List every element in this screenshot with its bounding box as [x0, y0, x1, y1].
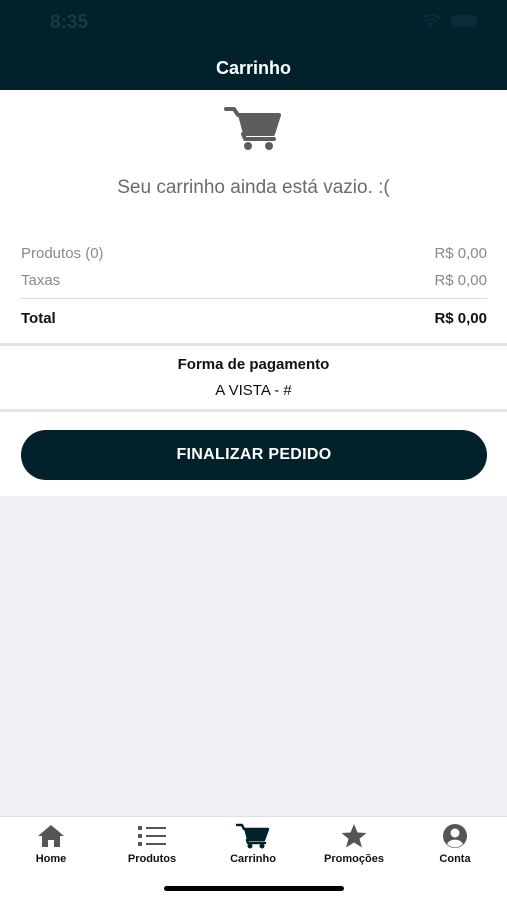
total-label: Total	[21, 309, 56, 327]
tab-label: Home	[35, 853, 67, 865]
cart-content: Seu carrinho ainda está vazio. :( Produt…	[0, 90, 507, 496]
empty-cart-message: Seu carrinho ainda está vazio. :(	[117, 177, 390, 198]
taxes-value: R$ 0,00	[434, 271, 487, 289]
user-icon	[443, 824, 467, 848]
taxes-label: Taxas	[21, 271, 61, 289]
section-divider	[0, 409, 507, 412]
cart-icon	[236, 823, 270, 849]
products-row: Produtos (0) R$ 0,00	[21, 242, 487, 264]
finalize-order-button[interactable]: FINALIZAR PEDIDO	[21, 430, 487, 480]
tab-label: Produtos	[127, 853, 177, 865]
total-row: Total R$ 0,00	[21, 307, 487, 329]
nav-bar: Carrinho	[0, 48, 507, 90]
tab-label: Conta	[439, 853, 471, 865]
status-icons	[421, 14, 477, 28]
home-icon	[38, 825, 64, 847]
status-time: 8:35	[50, 12, 89, 33]
tab-produtos[interactable]: Produtos	[102, 823, 202, 865]
star-icon	[341, 824, 367, 848]
battery-icon	[451, 15, 477, 27]
tab-carrinho[interactable]: Carrinho	[203, 823, 303, 865]
payment-method[interactable]: A VISTA - #	[0, 382, 507, 399]
divider	[21, 298, 487, 299]
total-value: R$ 0,00	[434, 309, 487, 327]
products-value: R$ 0,00	[434, 244, 487, 262]
payment-label: Forma de pagamento	[177, 356, 330, 373]
taxes-row: Taxas R$ 0,00	[21, 269, 487, 291]
tab-conta[interactable]: Conta	[405, 823, 505, 865]
tab-promocoes[interactable]: Promoções	[304, 823, 404, 865]
tab-label: Carrinho	[230, 853, 276, 865]
section-divider	[0, 343, 507, 346]
cart-icon	[224, 107, 281, 150]
status-bar: 8:35	[0, 0, 507, 48]
tab-home[interactable]: Home	[1, 823, 101, 865]
home-indicator	[164, 886, 344, 891]
tab-label: Promoções	[324, 853, 384, 865]
wifi-icon	[421, 14, 441, 27]
page-title: Carrinho	[215, 58, 291, 78]
list-icon	[138, 826, 166, 846]
products-label: Produtos (0)	[21, 244, 104, 262]
